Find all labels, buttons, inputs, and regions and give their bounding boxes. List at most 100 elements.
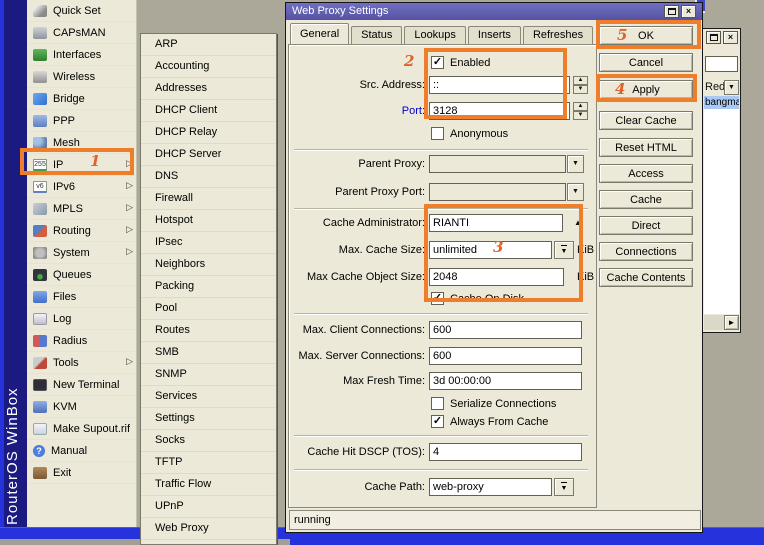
sidebar-item-files[interactable]: Files bbox=[27, 286, 136, 308]
sidebar-item-bridge[interactable]: Bridge bbox=[27, 88, 136, 110]
tab-inserts[interactable]: Inserts bbox=[467, 26, 521, 44]
connections-button[interactable]: Connections bbox=[599, 242, 693, 261]
submenu-item-ipsec[interactable]: IPsec bbox=[141, 232, 276, 254]
sidebar-item-routing[interactable]: Routing ▷ bbox=[27, 220, 136, 242]
sidebar-item-tools[interactable]: Tools ▷ bbox=[27, 352, 136, 374]
cache-on-disk-checkbox[interactable]: ✓ bbox=[431, 292, 444, 305]
chevron-down-icon[interactable]: ▼ bbox=[567, 155, 584, 173]
submenu-item-dhcp-relay[interactable]: DHCP Relay bbox=[141, 122, 276, 144]
submenu-item-dhcp-server[interactable]: DHCP Server bbox=[141, 144, 276, 166]
filter-input[interactable] bbox=[705, 56, 738, 72]
submenu-item-hotspot[interactable]: Hotspot bbox=[141, 210, 276, 232]
sidebar-item-new-terminal[interactable]: New Terminal bbox=[27, 374, 136, 396]
port-field[interactable]: 3128 bbox=[429, 102, 570, 120]
submenu-item-settings[interactable]: Settings bbox=[141, 408, 276, 430]
chevron-down-icon[interactable]: ▼ bbox=[724, 80, 739, 95]
reset-html-button[interactable]: Reset HTML bbox=[599, 138, 693, 157]
max-cache-size-field[interactable]: unlimited bbox=[429, 241, 552, 259]
src-address-field[interactable]: :: bbox=[429, 76, 570, 94]
maximize-button[interactable] bbox=[664, 5, 679, 18]
maximize-button[interactable] bbox=[706, 31, 721, 44]
sidebar-item-make-supout[interactable]: Make Supout.rif bbox=[27, 418, 136, 440]
submenu-item-firewall[interactable]: Firewall bbox=[141, 188, 276, 210]
scroll-right-icon[interactable]: ► bbox=[724, 315, 739, 330]
submenu-item-pool[interactable]: Pool bbox=[141, 298, 276, 320]
cache-button[interactable]: Cache bbox=[599, 190, 693, 209]
close-button[interactable]: × bbox=[723, 31, 738, 44]
tab-lookups[interactable]: Lookups bbox=[404, 26, 466, 44]
sidebar-item-queues[interactable]: Queues bbox=[27, 264, 136, 286]
enabled-checkbox[interactable]: ✓ bbox=[431, 56, 444, 69]
spin-up-icon[interactable]: ▲ bbox=[573, 76, 588, 85]
sidebar-item-ipv6[interactable]: v6 IPv6 ▷ bbox=[27, 176, 136, 198]
sidebar-item-kvm[interactable]: KVM bbox=[27, 396, 136, 418]
submenu-item-traffic-flow[interactable]: Traffic Flow bbox=[141, 474, 276, 496]
sidebar-item-radius[interactable]: Radius bbox=[27, 330, 136, 352]
parent-proxy-port-field[interactable] bbox=[429, 183, 566, 201]
submenu-item-snmp[interactable]: SNMP bbox=[141, 364, 276, 386]
terminal-icon bbox=[33, 378, 47, 391]
sidebar-item-ip[interactable]: 255 IP ▷ bbox=[27, 154, 136, 176]
tab-refreshes[interactable]: Refreshes bbox=[522, 26, 594, 44]
sidebar-item-ppp[interactable]: PPP bbox=[27, 110, 136, 132]
max-cache-object-size-field[interactable]: 2048 bbox=[429, 268, 564, 286]
tab-status[interactable]: Status bbox=[351, 26, 403, 44]
submenu-item-services[interactable]: Services bbox=[141, 386, 276, 408]
sidebar-item-wireless[interactable]: Wireless bbox=[27, 66, 136, 88]
submenu-item-neighbors[interactable]: Neighbors bbox=[141, 254, 276, 276]
anonymous-checkbox[interactable] bbox=[431, 127, 444, 140]
submenu-item-web-proxy[interactable]: Web Proxy bbox=[141, 518, 276, 540]
sidebar-item-capsman[interactable]: CAPsMAN bbox=[27, 22, 136, 44]
horizontal-scrollbar[interactable]: ► bbox=[704, 315, 739, 330]
dialog-titlebar[interactable]: Web Proxy Settings bbox=[286, 3, 702, 20]
submenu-item-accounting[interactable]: Accounting bbox=[141, 56, 276, 78]
submenu-item-dhcp-client[interactable]: DHCP Client bbox=[141, 100, 276, 122]
src-address-stepper[interactable]: ▲ ▼ bbox=[573, 76, 588, 94]
port-stepper[interactable]: ▲ ▼ bbox=[573, 102, 588, 120]
tab-general[interactable]: General bbox=[290, 23, 350, 44]
submenu-item-routes[interactable]: Routes bbox=[141, 320, 276, 342]
column-header-label[interactable]: Red bbox=[705, 81, 725, 93]
submenu-item-dns[interactable]: DNS bbox=[141, 166, 276, 188]
drop-list-icon[interactable]: ▼ bbox=[554, 478, 574, 496]
spin-up-icon[interactable]: ▲ bbox=[573, 102, 588, 111]
spin-down-icon[interactable]: ▼ bbox=[573, 85, 588, 94]
sidebar-item-mesh[interactable]: Mesh bbox=[27, 132, 136, 154]
cache-administrator-field[interactable]: RIANTI bbox=[429, 214, 563, 232]
cache-hit-dscp-field[interactable]: 4 bbox=[429, 443, 582, 461]
scroll-up-icon[interactable]: ▲ bbox=[574, 218, 582, 227]
sidebar-item-manual[interactable]: ? Manual bbox=[27, 440, 136, 462]
cache-path-field[interactable]: web-proxy bbox=[429, 478, 552, 496]
sidebar-item-quick-set[interactable]: Quick Set bbox=[27, 0, 136, 22]
apply-button[interactable]: Apply bbox=[599, 80, 693, 99]
sidebar-item-system[interactable]: System ▷ bbox=[27, 242, 136, 264]
max-fresh-time-field[interactable]: 3d 00:00:00 bbox=[429, 372, 582, 390]
submenu-item-smb[interactable]: SMB bbox=[141, 342, 276, 364]
chevron-down-icon[interactable]: ▼ bbox=[567, 183, 584, 201]
max-server-connections-field[interactable]: 600 bbox=[429, 347, 582, 365]
sidebar-item-interfaces[interactable]: Interfaces bbox=[27, 44, 136, 66]
clear-cache-button[interactable]: Clear Cache bbox=[599, 111, 693, 130]
submenu-item-addresses[interactable]: Addresses bbox=[141, 78, 276, 100]
sidebar-item-exit[interactable]: Exit bbox=[27, 462, 136, 484]
close-button[interactable]: × bbox=[681, 5, 696, 18]
submenu-item-arp[interactable]: ARP bbox=[141, 34, 276, 56]
drop-list-icon[interactable]: ▼ bbox=[554, 241, 574, 259]
max-client-connections-field[interactable]: 600 bbox=[429, 321, 582, 339]
submenu-item-packing[interactable]: Packing bbox=[141, 276, 276, 298]
cancel-button[interactable]: Cancel bbox=[599, 53, 693, 72]
sidebar-item-mpls[interactable]: MPLS ▷ bbox=[27, 198, 136, 220]
selected-list-item[interactable]: bangma bbox=[704, 96, 739, 109]
always-from-cache-checkbox[interactable]: ✓ bbox=[431, 415, 444, 428]
ok-button[interactable]: OK bbox=[599, 26, 693, 45]
submenu-item-socks[interactable]: Socks bbox=[141, 430, 276, 452]
cache-contents-button[interactable]: Cache Contents bbox=[599, 268, 693, 287]
parent-proxy-field[interactable] bbox=[429, 155, 566, 173]
serialize-connections-checkbox[interactable] bbox=[431, 397, 444, 410]
direct-button[interactable]: Direct bbox=[599, 216, 693, 235]
sidebar-item-log[interactable]: Log bbox=[27, 308, 136, 330]
spin-down-icon[interactable]: ▼ bbox=[573, 111, 588, 120]
access-button[interactable]: Access bbox=[599, 164, 693, 183]
submenu-item-upnp[interactable]: UPnP bbox=[141, 496, 276, 518]
submenu-item-tftp[interactable]: TFTP bbox=[141, 452, 276, 474]
